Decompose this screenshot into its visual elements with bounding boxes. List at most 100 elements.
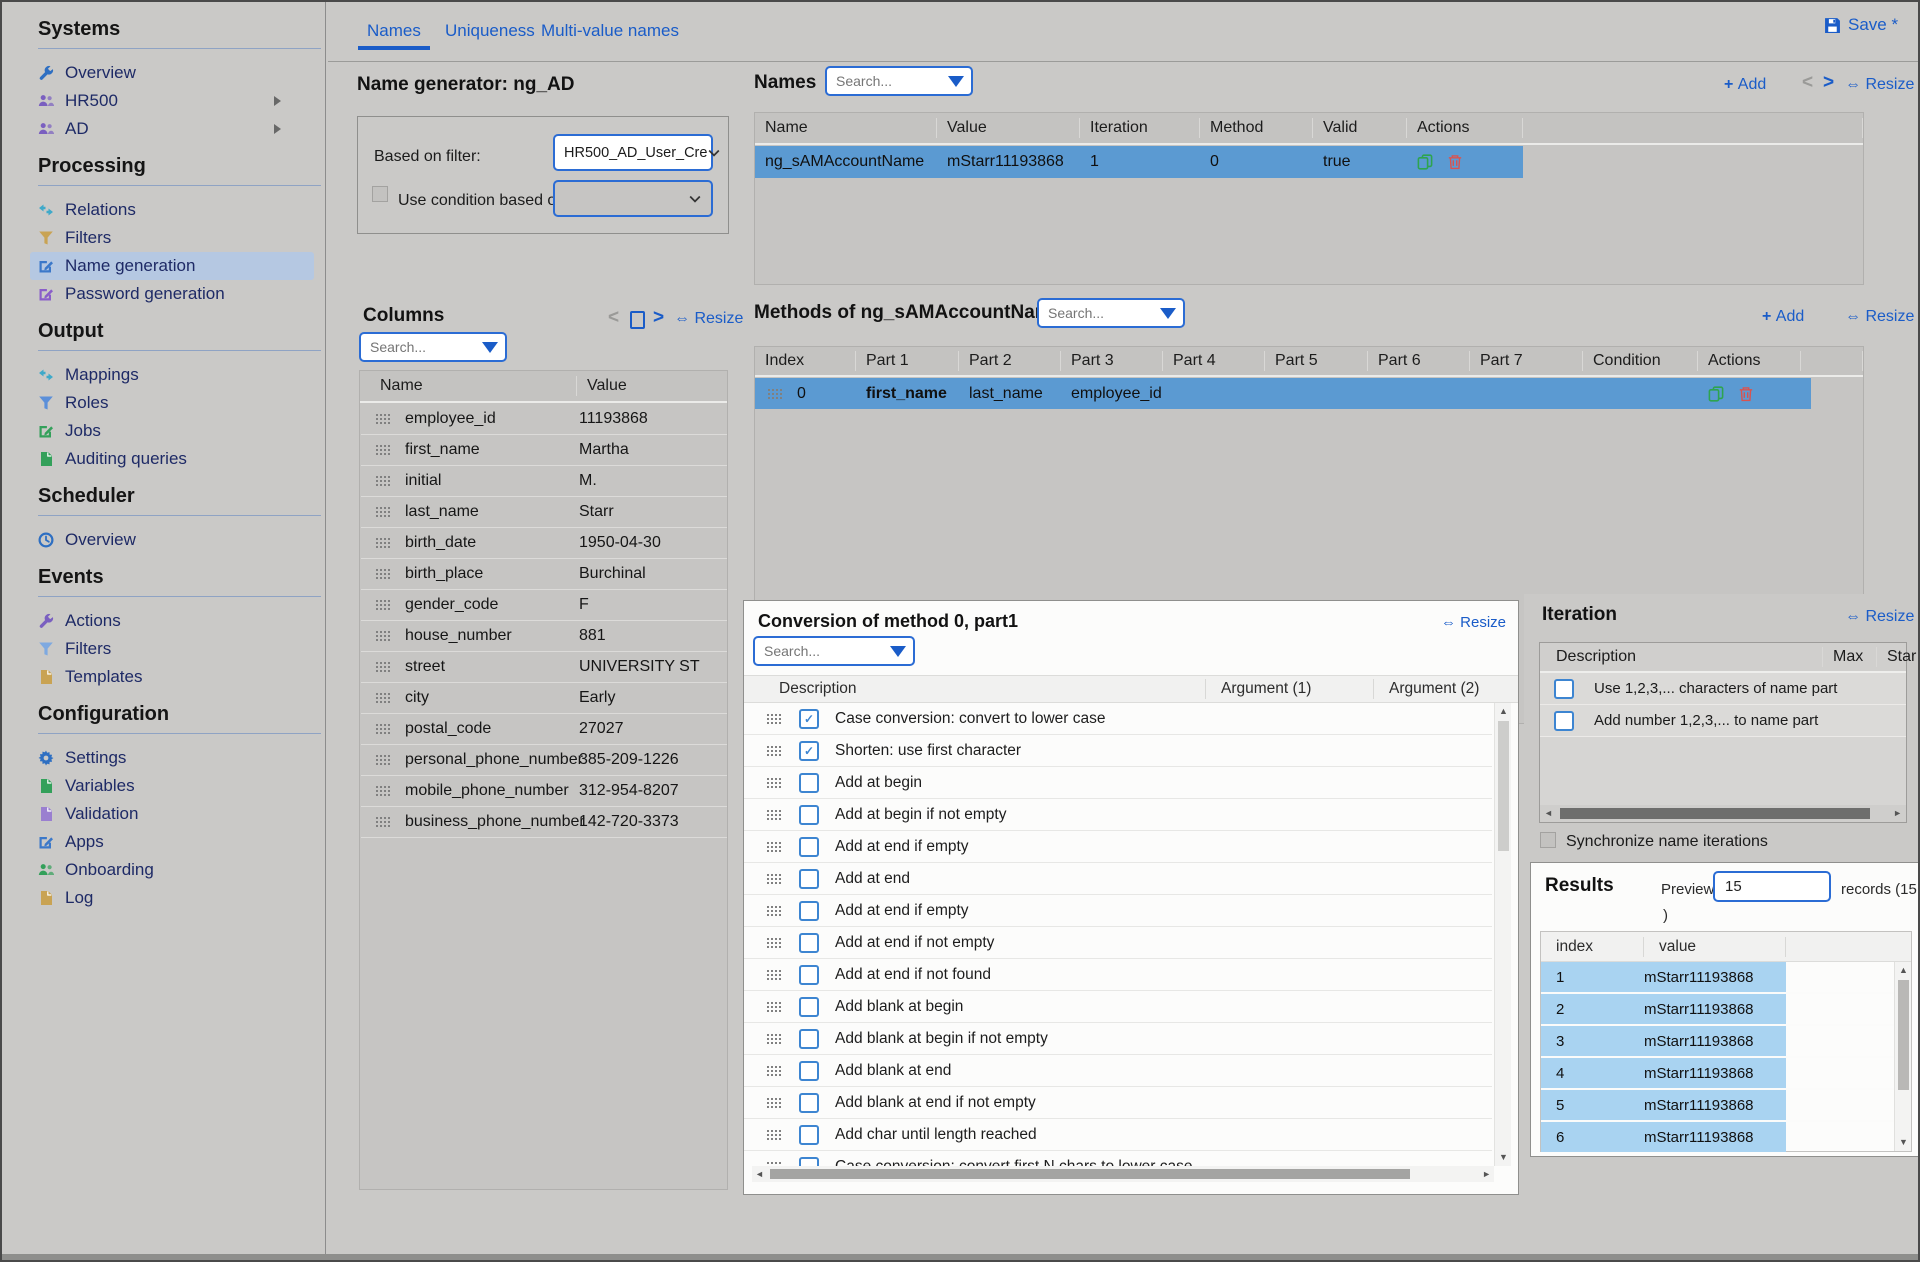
column-header[interactable]: Actions bbox=[1698, 351, 1801, 371]
column-row[interactable]: cityEarly bbox=[361, 682, 727, 714]
drag-handle-icon[interactable] bbox=[375, 816, 391, 827]
columns-search-input[interactable] bbox=[368, 338, 482, 356]
names-prev-button[interactable]: < bbox=[1802, 73, 1813, 93]
sidebar-item-mappings[interactable]: Mappings bbox=[30, 361, 314, 389]
column-row[interactable]: birth_date1950-04-30 bbox=[361, 527, 727, 559]
sidebar-item-variables[interactable]: Variables bbox=[30, 772, 314, 800]
row-checkbox[interactable] bbox=[799, 997, 819, 1017]
drag-handle-icon[interactable] bbox=[766, 1065, 782, 1076]
drag-handle-icon[interactable] bbox=[766, 873, 782, 884]
result-row[interactable]: 3mStarr11193868 bbox=[1541, 1026, 1911, 1058]
sidebar-item-actions[interactable]: Actions bbox=[30, 607, 314, 635]
scroll-down-icon[interactable]: ▼ bbox=[1499, 1153, 1508, 1162]
conversion-row[interactable]: Add at end if empty bbox=[744, 895, 1492, 927]
iteration-resize-button[interactable]: ⇔ Resize bbox=[1845, 608, 1914, 626]
drag-handle-icon[interactable] bbox=[766, 1001, 782, 1012]
conversion-row[interactable]: Add char until length reached bbox=[744, 1119, 1492, 1151]
column-header[interactable]: Description bbox=[1540, 647, 1823, 667]
drag-handle-icon[interactable] bbox=[375, 413, 391, 424]
conversion-row[interactable]: Add blank at end if not empty bbox=[744, 1087, 1492, 1119]
drag-handle-icon[interactable] bbox=[767, 388, 783, 399]
drag-handle-icon[interactable] bbox=[766, 1033, 782, 1044]
methods-resize-button[interactable]: ⇔ Resize bbox=[1845, 308, 1914, 326]
scroll-up-icon[interactable]: ▲ bbox=[1499, 707, 1508, 716]
row-checkbox[interactable] bbox=[799, 869, 819, 889]
scroll-left-icon[interactable]: ◄ bbox=[1544, 809, 1553, 818]
drag-handle-icon[interactable] bbox=[766, 777, 782, 788]
column-row[interactable]: birth_placeBurchinal bbox=[361, 558, 727, 590]
row-checkbox[interactable] bbox=[799, 709, 819, 729]
drag-handle-icon[interactable] bbox=[766, 1097, 782, 1108]
drag-handle-icon[interactable] bbox=[766, 969, 782, 980]
drag-handle-icon[interactable] bbox=[375, 568, 391, 579]
column-header[interactable]: Part 3 bbox=[1061, 351, 1163, 371]
column-row[interactable]: postal_code27027 bbox=[361, 713, 727, 745]
methods-search[interactable] bbox=[1037, 298, 1185, 328]
sidebar-item-validation[interactable]: Validation bbox=[30, 800, 314, 828]
result-row[interactable]: 6mStarr11193868 bbox=[1541, 1122, 1911, 1152]
column-row[interactable]: initialM. bbox=[361, 465, 727, 497]
columns-prev-button[interactable]: < bbox=[608, 308, 619, 328]
row-checkbox[interactable] bbox=[799, 933, 819, 953]
row-checkbox[interactable] bbox=[799, 1157, 819, 1167]
column-header[interactable]: Condition bbox=[1583, 351, 1698, 371]
names-next-button[interactable]: > bbox=[1823, 73, 1834, 93]
conversion-row[interactable]: Case conversion: convert first N chars t… bbox=[744, 1151, 1492, 1166]
result-row[interactable]: 2mStarr11193868 bbox=[1541, 994, 1911, 1026]
tab-uniqueness[interactable]: Uniqueness bbox=[436, 16, 544, 46]
column-header[interactable]: Max bbox=[1823, 647, 1877, 667]
drag-handle-icon[interactable] bbox=[766, 937, 782, 948]
drag-handle-icon[interactable] bbox=[375, 630, 391, 641]
column-header[interactable]: Part 2 bbox=[959, 351, 1061, 371]
names-search-input[interactable] bbox=[834, 72, 948, 90]
drag-handle-icon[interactable] bbox=[375, 537, 391, 548]
drag-handle-icon[interactable] bbox=[375, 661, 391, 672]
drag-handle-icon[interactable] bbox=[375, 599, 391, 610]
chevron-right-icon[interactable] bbox=[274, 96, 281, 106]
copy-icon[interactable] bbox=[1417, 154, 1433, 170]
drag-handle-icon[interactable] bbox=[375, 444, 391, 455]
column-header[interactable]: Part 1 bbox=[856, 351, 959, 371]
scroll-down-icon[interactable]: ▼ bbox=[1899, 1138, 1908, 1147]
sidebar-item-filters[interactable]: Filters bbox=[30, 224, 314, 252]
row-checkbox[interactable] bbox=[799, 1029, 819, 1049]
column-header[interactable]: Part 4 bbox=[1163, 351, 1265, 371]
row-checkbox[interactable] bbox=[799, 901, 819, 921]
methods-search-input[interactable] bbox=[1046, 304, 1160, 322]
drag-handle-icon[interactable] bbox=[375, 475, 391, 486]
conversion-row[interactable]: Add at end if not found bbox=[744, 959, 1492, 991]
conversion-row[interactable]: Add blank at begin bbox=[744, 991, 1492, 1023]
column-row[interactable]: last_nameStarr bbox=[361, 496, 727, 528]
column-row[interactable]: first_nameMartha bbox=[361, 434, 727, 466]
column-row[interactable]: gender_codeF bbox=[361, 589, 727, 621]
row-checkbox[interactable] bbox=[799, 805, 819, 825]
drag-handle-icon[interactable] bbox=[766, 1129, 782, 1140]
column-header[interactable]: Name bbox=[360, 376, 577, 396]
scroll-left-icon[interactable]: ◄ bbox=[755, 1170, 764, 1179]
sidebar-item-hr500[interactable]: HR500 bbox=[30, 87, 314, 115]
conversion-resize-button[interactable]: ⇔ Resize bbox=[1441, 614, 1506, 631]
column-header[interactable]: Method bbox=[1200, 118, 1313, 138]
methods-table-row[interactable]: 0 first_name last_name employee_id bbox=[755, 378, 1811, 409]
column-header[interactable]: Part 6 bbox=[1368, 351, 1470, 371]
conversion-row[interactable]: Add at end if empty bbox=[744, 831, 1492, 863]
column-header[interactable]: Description bbox=[744, 679, 1206, 699]
column-header[interactable]: Valid bbox=[1313, 118, 1407, 138]
conversion-row[interactable]: Add at begin if not empty bbox=[744, 799, 1492, 831]
sidebar-item-name-generation[interactable]: Name generation bbox=[30, 252, 314, 280]
result-row[interactable]: 1mStarr11193868 bbox=[1541, 962, 1911, 994]
column-row[interactable]: business_phone_number142-720-3373 bbox=[361, 806, 727, 838]
column-header[interactable]: value bbox=[1644, 937, 1786, 957]
column-row[interactable]: house_number881 bbox=[361, 620, 727, 652]
column-header[interactable]: Star bbox=[1877, 647, 1916, 667]
copy-icon[interactable] bbox=[1708, 386, 1724, 402]
columns-resize-button[interactable]: ⇔ Resize bbox=[674, 310, 743, 328]
iteration-horizontal-scrollbar[interactable]: ◄ ► bbox=[1540, 805, 1906, 822]
names-add-button[interactable]: + Add bbox=[1724, 76, 1766, 94]
sidebar-item-onboarding[interactable]: Onboarding bbox=[30, 856, 314, 884]
conversion-row[interactable]: Add blank at begin if not empty bbox=[744, 1023, 1492, 1055]
drag-handle-icon[interactable] bbox=[766, 745, 782, 756]
trash-icon[interactable] bbox=[1738, 386, 1754, 402]
row-checkbox[interactable] bbox=[1554, 711, 1574, 731]
result-row[interactable]: 4mStarr11193868 bbox=[1541, 1058, 1911, 1090]
